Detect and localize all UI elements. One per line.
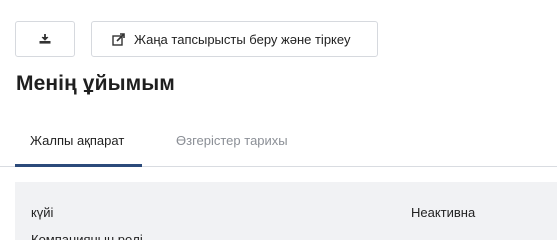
download-icon	[38, 33, 52, 45]
tab-change-history[interactable]: Өзгерістер тарихы	[176, 118, 288, 166]
tab-general-information-label: Жалпы ақпарат	[30, 133, 125, 148]
status-value: Неактивна	[411, 205, 476, 220]
tab-bar: Жалпы ақпарат Өзгерістер тарихы	[0, 118, 557, 167]
tab-change-history-label: Өзгерістер тарихы	[176, 133, 288, 148]
page: Жаңа тапсырысты беру және тіркеу Менің ұ…	[0, 0, 557, 240]
details-panel: күйі Неактивна Компанияның рөлі	[15, 182, 557, 240]
tab-general-information[interactable]: Жалпы ақпарат	[15, 118, 142, 167]
status-label: күйі	[31, 205, 54, 220]
company-role-label: Компанияның рөлі	[31, 232, 143, 240]
submit-new-order-button[interactable]: Жаңа тапсырысты беру және тіркеу	[91, 21, 378, 57]
submit-new-order-label: Жаңа тапсырысты беру және тіркеу	[134, 31, 351, 47]
download-button[interactable]	[15, 21, 75, 57]
external-edit-icon	[112, 32, 125, 46]
page-title: Менің ұйымым	[16, 72, 175, 95]
